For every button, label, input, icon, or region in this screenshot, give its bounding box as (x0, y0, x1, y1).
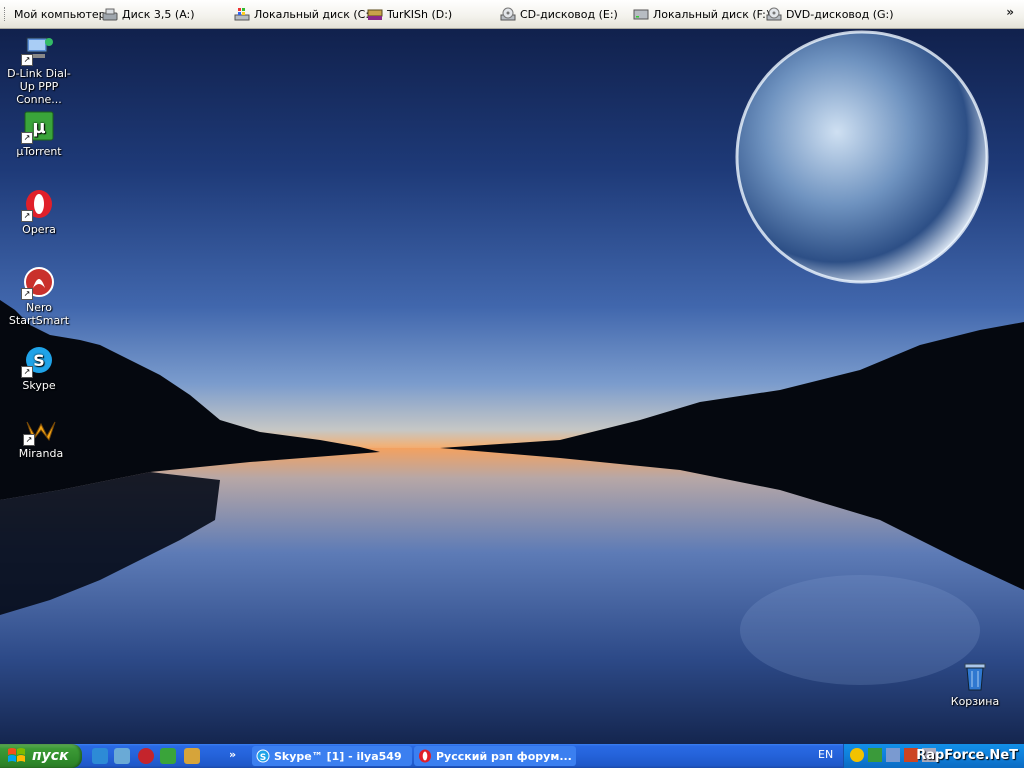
start-button[interactable]: пуск (0, 744, 82, 768)
desktop-icon-skype[interactable]: S ↗ Skype (0, 344, 78, 392)
miranda-icon: ↗ (23, 412, 57, 446)
desktop-icon-label: Miranda (18, 447, 64, 460)
desktop-icon-label: Skype (22, 379, 56, 392)
drive-label: CD-дисковод (E:) (520, 7, 618, 21)
network-connection-icon: ↗ (21, 32, 55, 66)
floppy-icon (102, 8, 118, 21)
drive-label: TurKISh (D:) (387, 7, 453, 21)
desktop-icon-miranda[interactable]: ↗ Miranda (2, 412, 80, 460)
drive-e[interactable]: CD-дисковод (E:) (500, 0, 618, 28)
drive-a[interactable]: Диск 3,5 (A:) (102, 0, 195, 28)
quicklaunch-more-button[interactable]: » (229, 748, 236, 761)
drive-label: DVD-дисковод (G:) (786, 7, 894, 21)
show-desktop-icon[interactable] (114, 748, 130, 764)
opera-icon (419, 749, 431, 763)
watermark: RapForce.NeT (916, 748, 1018, 763)
drive-label: Локальный диск (F:) (653, 7, 771, 21)
dvd-drive-icon (766, 7, 782, 21)
opera-icon: ↗ (21, 188, 55, 222)
drive-label: Локальный диск (C:) (254, 7, 374, 21)
desktop-icon-label: Nero StartSmart (8, 301, 70, 327)
toolbar-grip[interactable] (4, 7, 8, 21)
task-label: Skype™ [1] - ilya549 (274, 749, 402, 763)
drive-f[interactable]: Локальный диск (F:) (633, 0, 770, 28)
start-label: пуск (32, 748, 69, 764)
tray-antivirus-icon[interactable] (850, 748, 864, 762)
desktop: Мой компьютер Диск 3,5 (A:) Локальный ди… (0, 0, 1024, 768)
drive-c[interactable]: Локальный диск (C:) (234, 0, 373, 28)
windows-logo-icon (8, 748, 25, 762)
shared-drive-icon (367, 9, 383, 20)
drive-label: Мой компьютер (14, 7, 106, 21)
svg-text:S: S (33, 351, 45, 370)
desktop-icon-utorrent[interactable]: µ ↗ µTorrent (0, 110, 78, 158)
utorrent-quicklaunch-icon[interactable] (160, 748, 176, 764)
svg-text:S: S (260, 753, 266, 763)
recycle-bin-icon (959, 660, 991, 692)
drive-label: Диск 3,5 (A:) (122, 7, 195, 21)
wallpaper (0, 30, 1024, 748)
task-skype[interactable]: S Skype™ [1] - ilya549 (252, 746, 412, 766)
taskbar: пуск » S Skype™ [1] - ilya549 Русский рэ… (0, 744, 1024, 768)
cd-drive-icon (500, 7, 516, 21)
opera-quicklaunch-icon[interactable] (138, 748, 154, 764)
tray-monitor-icon[interactable] (886, 748, 900, 762)
language-indicator[interactable]: EN (818, 748, 833, 761)
drives-toolbar: Мой компьютер Диск 3,5 (A:) Локальный ди… (0, 0, 1024, 29)
windows-drive-icon (234, 8, 250, 21)
utorrent-icon: µ ↗ (21, 110, 55, 144)
task-opera[interactable]: Русский рэп форум... (414, 746, 576, 766)
skype-icon: S ↗ (21, 344, 55, 378)
nero-icon: ↗ (21, 266, 55, 300)
desktop-icon-nero[interactable]: ↗ Nero StartSmart (0, 266, 78, 327)
desktop-icon-recycle-bin[interactable]: Корзина (936, 660, 1014, 708)
task-label: Русский рэп форум... (436, 749, 572, 763)
svg-text:µ: µ (32, 117, 45, 138)
desktop-icon-label: µTorrent (16, 145, 62, 158)
tray-network-icon[interactable] (868, 748, 882, 762)
skype-icon: S (256, 749, 270, 763)
ie-icon[interactable] (92, 748, 108, 764)
hard-drive-icon (633, 9, 649, 20)
drive-d[interactable]: TurKISh (D:) (367, 0, 452, 28)
desktop-icon-dlink[interactable]: ↗ D-Link Dial-Up PPP Conne... (0, 32, 78, 106)
miranda-quicklaunch-icon[interactable] (184, 748, 200, 764)
drive-g[interactable]: DVD-дисковод (G:) (766, 0, 894, 28)
desktop-icon-opera[interactable]: ↗ Opera (0, 188, 78, 236)
toolbar-more-button[interactable]: » (1006, 5, 1014, 19)
desktop-icon-label: Opera (22, 223, 56, 236)
desktop-icon-label: Корзина (950, 695, 1000, 708)
drive-my-computer[interactable]: Мой компьютер (14, 0, 106, 28)
desktop-icon-label: D-Link Dial-Up PPP Conne... (7, 67, 71, 106)
